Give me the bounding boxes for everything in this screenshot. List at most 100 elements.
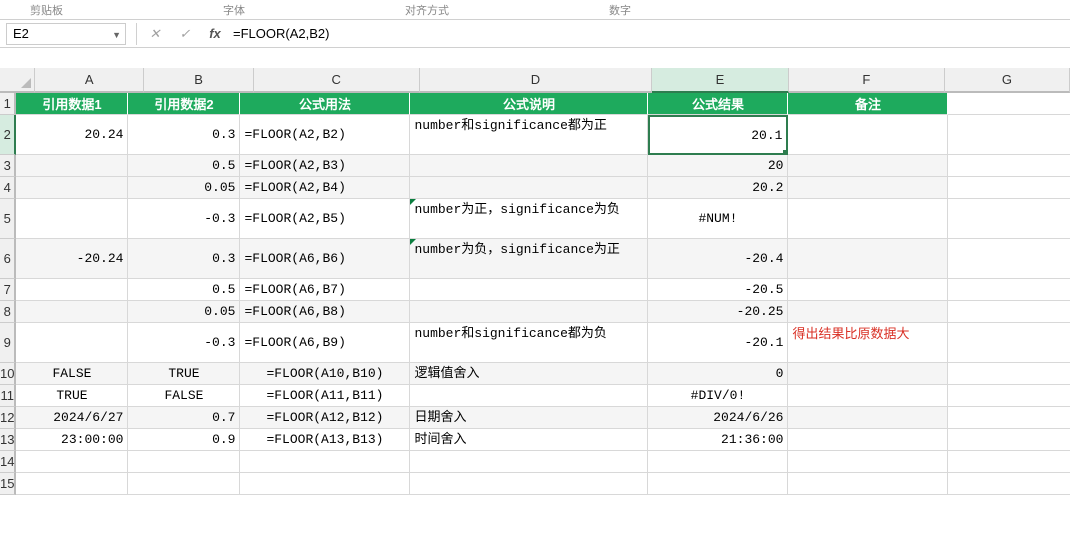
cell-E15[interactable] bbox=[648, 473, 788, 495]
cell-G10[interactable] bbox=[948, 363, 1070, 385]
cell-B14[interactable] bbox=[128, 451, 240, 473]
cell-D3[interactable] bbox=[410, 155, 648, 177]
row-header-3[interactable]: 3 bbox=[0, 155, 16, 177]
cell-D12[interactable]: 日期舍入 bbox=[410, 407, 648, 429]
cell-E9[interactable]: -20.1 bbox=[648, 323, 788, 363]
column-header-C[interactable]: C bbox=[254, 68, 420, 93]
cell-C3[interactable]: =FLOOR(A2,B3) bbox=[240, 155, 410, 177]
cell-A15[interactable] bbox=[16, 473, 128, 495]
cell-A2[interactable]: 20.24 bbox=[16, 115, 128, 155]
cell-B15[interactable] bbox=[128, 473, 240, 495]
row-header-6[interactable]: 6 bbox=[0, 239, 16, 279]
cell-E3[interactable]: 20 bbox=[648, 155, 788, 177]
cell-B2[interactable]: 0.3 bbox=[128, 115, 240, 155]
cell-C2[interactable]: =FLOOR(A2,B2) bbox=[240, 115, 410, 155]
cell-D10[interactable]: 逻辑值舍入 bbox=[410, 363, 648, 385]
cell-G11[interactable] bbox=[948, 385, 1070, 407]
row-header-14[interactable]: 14 bbox=[0, 451, 16, 473]
cell-A7[interactable] bbox=[16, 279, 128, 301]
cell-E8[interactable]: -20.25 bbox=[648, 301, 788, 323]
column-header-E[interactable]: E bbox=[652, 68, 789, 93]
cell-G6[interactable] bbox=[948, 239, 1070, 279]
cell-F5[interactable] bbox=[788, 199, 948, 239]
cell-F8[interactable] bbox=[788, 301, 948, 323]
cell-D1[interactable]: 公式说明 bbox=[410, 93, 648, 115]
cell-B3[interactable]: 0.5 bbox=[128, 155, 240, 177]
cell-D11[interactable] bbox=[410, 385, 648, 407]
cell-A12[interactable]: 2024/6/27 bbox=[16, 407, 128, 429]
cell-C5[interactable]: =FLOOR(A2,B5) bbox=[240, 199, 410, 239]
cell-E11[interactable]: #DIV/0! bbox=[648, 385, 788, 407]
cell-C8[interactable]: =FLOOR(A6,B8) bbox=[240, 301, 410, 323]
cell-C12[interactable]: =FLOOR(A12,B12) bbox=[240, 407, 410, 429]
cell-A1[interactable]: 引用数据1 bbox=[16, 93, 128, 115]
cell-A10[interactable]: FALSE bbox=[16, 363, 128, 385]
cell-F7[interactable] bbox=[788, 279, 948, 301]
cell-C7[interactable]: =FLOOR(A6,B7) bbox=[240, 279, 410, 301]
cell-D9[interactable]: number和significance都为负 bbox=[410, 323, 648, 363]
cell-F15[interactable] bbox=[788, 473, 948, 495]
cell-E6[interactable]: -20.4 bbox=[648, 239, 788, 279]
row-header-4[interactable]: 4 bbox=[0, 177, 16, 199]
cell-B11[interactable]: FALSE bbox=[128, 385, 240, 407]
cell-G12[interactable] bbox=[948, 407, 1070, 429]
cell-A13[interactable]: 23:00:00 bbox=[16, 429, 128, 451]
cell-E13[interactable]: 21:36:00 bbox=[648, 429, 788, 451]
column-header-B[interactable]: B bbox=[144, 68, 253, 93]
cell-C13[interactable]: =FLOOR(A13,B13) bbox=[240, 429, 410, 451]
cell-G14[interactable] bbox=[948, 451, 1070, 473]
cell-D6[interactable]: number为负，significance为正 bbox=[410, 239, 648, 279]
cell-G2[interactable] bbox=[948, 115, 1070, 155]
cell-C4[interactable]: =FLOOR(A2,B4) bbox=[240, 177, 410, 199]
name-box[interactable]: E2 ▼ bbox=[6, 23, 126, 45]
row-header-1[interactable]: 1 bbox=[0, 93, 16, 115]
cell-E4[interactable]: 20.2 bbox=[648, 177, 788, 199]
column-header-A[interactable]: A bbox=[35, 68, 144, 93]
cell-A11[interactable]: TRUE bbox=[16, 385, 128, 407]
cell-C14[interactable] bbox=[240, 451, 410, 473]
row-header-8[interactable]: 8 bbox=[0, 301, 16, 323]
cell-G13[interactable] bbox=[948, 429, 1070, 451]
cell-E14[interactable] bbox=[648, 451, 788, 473]
cell-B10[interactable]: TRUE bbox=[128, 363, 240, 385]
cell-F9[interactable]: 得出结果比原数据大 bbox=[788, 323, 948, 363]
column-header-G[interactable]: G bbox=[945, 68, 1070, 93]
cell-D4[interactable] bbox=[410, 177, 648, 199]
cell-E10[interactable]: 0 bbox=[648, 363, 788, 385]
check-icon[interactable]: ✓ bbox=[177, 26, 193, 42]
cell-B8[interactable]: 0.05 bbox=[128, 301, 240, 323]
cell-D13[interactable]: 时间舍入 bbox=[410, 429, 648, 451]
row-header-12[interactable]: 12 bbox=[0, 407, 16, 429]
cell-G5[interactable] bbox=[948, 199, 1070, 239]
select-all-corner[interactable] bbox=[0, 68, 35, 93]
cell-F13[interactable] bbox=[788, 429, 948, 451]
cell-B1[interactable]: 引用数据2 bbox=[128, 93, 240, 115]
cell-E7[interactable]: -20.5 bbox=[648, 279, 788, 301]
cell-D2[interactable]: number和significance都为正 bbox=[410, 115, 648, 155]
row-header-2[interactable]: 2 bbox=[0, 115, 16, 155]
row-header-11[interactable]: 11 bbox=[0, 385, 16, 407]
cell-F1[interactable]: 备注 bbox=[788, 93, 948, 115]
cell-B13[interactable]: 0.9 bbox=[128, 429, 240, 451]
cell-B7[interactable]: 0.5 bbox=[128, 279, 240, 301]
row-header-9[interactable]: 9 bbox=[0, 323, 16, 363]
cell-F14[interactable] bbox=[788, 451, 948, 473]
cell-G15[interactable] bbox=[948, 473, 1070, 495]
cell-G7[interactable] bbox=[948, 279, 1070, 301]
row-header-10[interactable]: 10 bbox=[0, 363, 16, 385]
cell-D14[interactable] bbox=[410, 451, 648, 473]
cancel-icon[interactable]: ✕ bbox=[147, 26, 163, 42]
row-header-5[interactable]: 5 bbox=[0, 199, 16, 239]
cell-A4[interactable] bbox=[16, 177, 128, 199]
cell-C15[interactable] bbox=[240, 473, 410, 495]
cell-E12[interactable]: 2024/6/26 bbox=[648, 407, 788, 429]
cell-C11[interactable]: =FLOOR(A11,B11) bbox=[240, 385, 410, 407]
cell-F3[interactable] bbox=[788, 155, 948, 177]
formula-input[interactable]: =FLOOR(A2,B2) bbox=[223, 20, 1070, 47]
column-header-D[interactable]: D bbox=[420, 68, 652, 93]
cell-E1[interactable]: 公式结果 bbox=[648, 93, 788, 115]
row-header-15[interactable]: 15 bbox=[0, 473, 16, 495]
cell-B4[interactable]: 0.05 bbox=[128, 177, 240, 199]
cell-G8[interactable] bbox=[948, 301, 1070, 323]
cell-F10[interactable] bbox=[788, 363, 948, 385]
